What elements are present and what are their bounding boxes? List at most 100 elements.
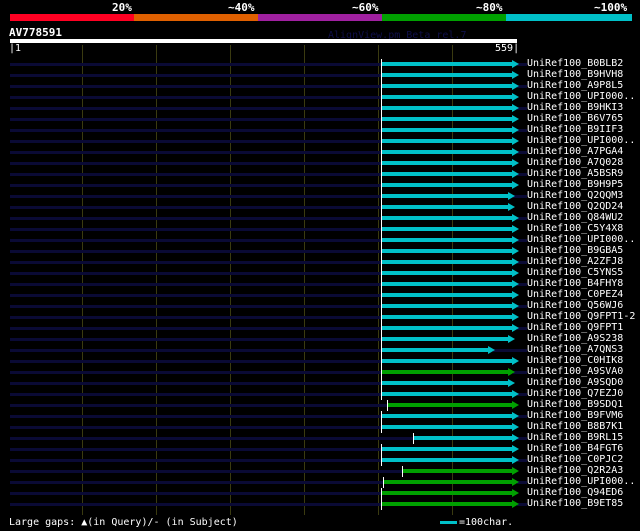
hit-label[interactable]: UniRef100_B9ET85 — [527, 498, 623, 509]
hit-label[interactable]: UniRef100_A9P8L5 — [527, 80, 623, 91]
hit-label[interactable]: UniRef100_UPI000.. — [527, 234, 635, 245]
arrow-right-icon — [512, 137, 520, 145]
hit-label[interactable]: UniRef100_Q84WU2 — [527, 212, 623, 223]
hit-bar[interactable] — [381, 238, 514, 242]
hit-label[interactable]: UniRef100_B9HVH8 — [527, 69, 623, 80]
color-scale-segment — [10, 14, 134, 21]
hit-bar[interactable] — [381, 84, 514, 88]
hit-bar[interactable] — [381, 392, 514, 396]
gaps-legend: Large gaps: ▲(in Query)/- (in Subject) — [9, 517, 238, 528]
hit-label[interactable]: UniRef100_A5BSR9 — [527, 168, 623, 179]
hit-bar[interactable] — [381, 128, 514, 132]
hit-label[interactable]: UniRef100_B0BLB2 — [527, 58, 623, 69]
hit-label[interactable]: UniRef100_A7QNS3 — [527, 344, 623, 355]
hit-bar[interactable] — [381, 315, 514, 319]
hit-label[interactable]: UniRef100_C5Y4X8 — [527, 223, 623, 234]
hit-label[interactable]: UniRef100_A9S238 — [527, 333, 623, 344]
hit-bar[interactable] — [381, 348, 489, 352]
hit-label[interactable]: UniRef100_A7PGA4 — [527, 146, 623, 157]
hit-bar[interactable] — [381, 359, 514, 363]
hit-bar[interactable] — [381, 194, 509, 198]
hit-bar[interactable] — [381, 106, 514, 110]
hit-label[interactable]: UniRef100_A9SVA0 — [527, 366, 623, 377]
hit-bar[interactable] — [381, 172, 514, 176]
hit-bar[interactable] — [381, 502, 514, 506]
hit-label[interactable]: UniRef100_B8B7K1 — [527, 421, 623, 432]
hit-bar[interactable] — [381, 381, 509, 385]
hit-label[interactable]: UniRef100_B9FVM6 — [527, 410, 623, 421]
hit-bar[interactable] — [381, 161, 514, 165]
hit-bar[interactable] — [413, 436, 514, 440]
hit-label[interactable]: UniRef100_C0HIK8 — [527, 355, 623, 366]
hit-bar[interactable] — [381, 414, 514, 418]
query-coverage-line — [10, 426, 381, 429]
hit-label[interactable]: UniRef100_C0PEZ4 — [527, 289, 623, 300]
hit-label[interactable]: UniRef100_A2ZFJ8 — [527, 256, 623, 267]
arrow-right-icon — [512, 423, 520, 431]
hit-bar[interactable] — [381, 304, 514, 308]
hit-label[interactable]: UniRef100_UPI000.. — [527, 135, 635, 146]
arrow-right-icon — [512, 390, 520, 398]
hit-label[interactable]: UniRef100_B4FHY8 — [527, 278, 623, 289]
hit-label[interactable]: UniRef100_A7Q028 — [527, 157, 623, 168]
hit-bar[interactable] — [388, 403, 514, 407]
query-coverage-line — [10, 85, 381, 88]
hit-bar[interactable] — [381, 491, 514, 495]
hit-label[interactable]: UniRef100_UPI000.. — [527, 476, 635, 487]
hit-bar[interactable] — [381, 337, 509, 341]
hit-bar[interactable] — [381, 447, 514, 451]
hit-bar[interactable] — [402, 469, 514, 473]
hit-bar[interactable] — [381, 139, 514, 143]
hit-bar[interactable] — [381, 370, 509, 374]
hit-label[interactable]: UniRef100_Q2QQM3 — [527, 190, 623, 201]
hit-label[interactable]: UniRef100_Q2R2A3 — [527, 465, 623, 476]
hit-bar[interactable] — [381, 282, 514, 286]
query-coverage-line — [10, 305, 381, 308]
hit-bar[interactable] — [381, 117, 514, 121]
hit-bar[interactable] — [381, 271, 514, 275]
hit-bar[interactable] — [381, 150, 514, 154]
query-coverage-line — [10, 481, 383, 484]
hit-bar[interactable] — [381, 216, 514, 220]
hit-label[interactable]: UniRef100_B9HKI3 — [527, 102, 623, 113]
query-coverage-line — [10, 349, 381, 352]
hit-bar[interactable] — [381, 227, 514, 231]
hit-label[interactable]: UniRef100_Q94ED6 — [527, 487, 623, 498]
hit-bar[interactable] — [381, 293, 514, 297]
hit-bar[interactable] — [381, 62, 514, 66]
arrow-right-icon — [512, 225, 520, 233]
hit-label[interactable]: UniRef100_Q9FPT1-2 — [527, 311, 635, 322]
hit-label[interactable]: UniRef100_B9SDQ1 — [527, 399, 623, 410]
hit-bar[interactable] — [381, 425, 514, 429]
hit-label[interactable]: UniRef100_B9H9P5 — [527, 179, 623, 190]
hit-bar[interactable] — [381, 326, 514, 330]
query-coverage-line — [10, 371, 381, 374]
hit-label[interactable]: UniRef100_Q7EZJ0 — [527, 388, 623, 399]
hit-label[interactable]: UniRef100_A9SQD0 — [527, 377, 623, 388]
hit-label[interactable]: UniRef100_UPI000.. — [527, 91, 635, 102]
hit-bar[interactable] — [381, 260, 514, 264]
hit-label[interactable]: UniRef100_C5YNS5 — [527, 267, 623, 278]
query-coverage-line — [10, 63, 381, 66]
hit-bar[interactable] — [381, 205, 509, 209]
hit-bar[interactable] — [381, 249, 514, 253]
arrow-right-icon — [512, 445, 520, 453]
hit-row[interactable]: UniRef100_B9ET85 — [0, 498, 640, 510]
hit-label[interactable]: UniRef100_B9GBA5 — [527, 245, 623, 256]
hit-bar[interactable] — [381, 95, 514, 99]
hit-bar[interactable] — [381, 458, 514, 462]
hit-label[interactable]: UniRef100_B9IIF3 — [527, 124, 623, 135]
hit-bar[interactable] — [381, 183, 514, 187]
hit-label[interactable]: UniRef100_B4FGT6 — [527, 443, 623, 454]
hit-label[interactable]: UniRef100_Q56WJ6 — [527, 300, 623, 311]
query-coverage-line — [512, 371, 527, 374]
hit-label[interactable]: UniRef100_B6V765 — [527, 113, 623, 124]
hit-label[interactable]: UniRef100_Q2QD24 — [527, 201, 623, 212]
query-name: AV778591 — [9, 26, 62, 39]
hit-label[interactable]: UniRef100_Q9FPT1 — [527, 322, 623, 333]
hit-label[interactable]: UniRef100_C0PJC2 — [527, 454, 623, 465]
query-coverage-line — [10, 448, 381, 451]
hit-label[interactable]: UniRef100_B9RL15 — [527, 432, 623, 443]
hit-bar[interactable] — [381, 73, 514, 77]
hit-bar[interactable] — [383, 480, 514, 484]
